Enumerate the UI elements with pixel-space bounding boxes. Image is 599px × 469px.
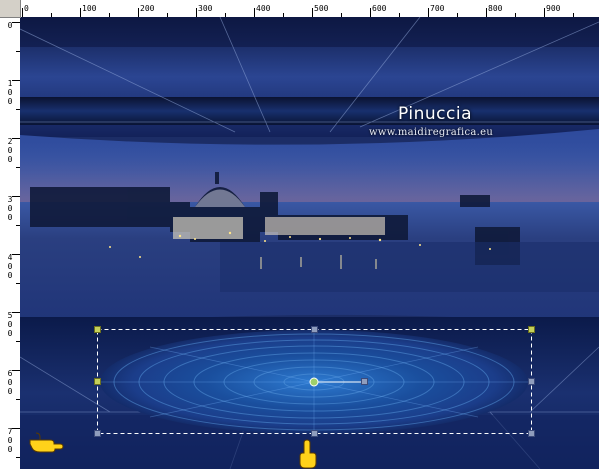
image-canvas[interactable]: Pinuccia www.maidiregrafica.eu	[20, 17, 599, 469]
ruler-label: 400	[7, 253, 13, 280]
handle-bottom-right[interactable]	[528, 430, 535, 437]
ruler-label: 200	[7, 137, 13, 164]
ruler-label: 0	[7, 21, 13, 30]
canvas-artwork	[20, 17, 599, 469]
handle-top-right[interactable]	[528, 326, 535, 333]
ruler-label: 500	[314, 4, 329, 13]
ruler-label: 600	[7, 369, 13, 396]
ruler-label: 0	[24, 4, 29, 13]
handle-top-center[interactable]	[311, 326, 318, 333]
pointing-hand-icon	[29, 432, 64, 453]
ruler-label: 300	[198, 4, 213, 13]
pointing-hand-icon	[299, 439, 317, 469]
handle-bottom-left[interactable]	[94, 430, 101, 437]
ruler-label: 800	[488, 4, 503, 13]
rotation-handle[interactable]	[361, 378, 368, 385]
ruler-label: 400	[256, 4, 271, 13]
ruler-label: 700	[430, 4, 445, 13]
horizontal-ruler[interactable]: 0 100 200 300 400 500 600 700 800 900	[0, 0, 599, 18]
ruler-label: 900	[546, 4, 561, 13]
handle-top-left[interactable]	[94, 326, 101, 333]
handle-bottom-center[interactable]	[311, 430, 318, 437]
ruler-label: 600	[372, 4, 387, 13]
ruler-label: 500	[7, 311, 13, 338]
ruler-label: 100	[82, 4, 97, 13]
vertical-ruler[interactable]: 0 100 200 300 400 500 600 700	[0, 17, 21, 469]
ruler-label: 100	[7, 79, 13, 106]
handle-middle-left[interactable]	[94, 378, 101, 385]
ruler-label: 200	[140, 4, 155, 13]
handle-middle-right[interactable]	[528, 378, 535, 385]
ruler-label: 700	[7, 427, 13, 454]
watermark-url: www.maidiregrafica.eu	[369, 127, 494, 138]
watermark-title: Pinuccia	[398, 104, 472, 124]
ruler-corner	[0, 0, 21, 18]
ruler-label: 300	[7, 195, 13, 222]
